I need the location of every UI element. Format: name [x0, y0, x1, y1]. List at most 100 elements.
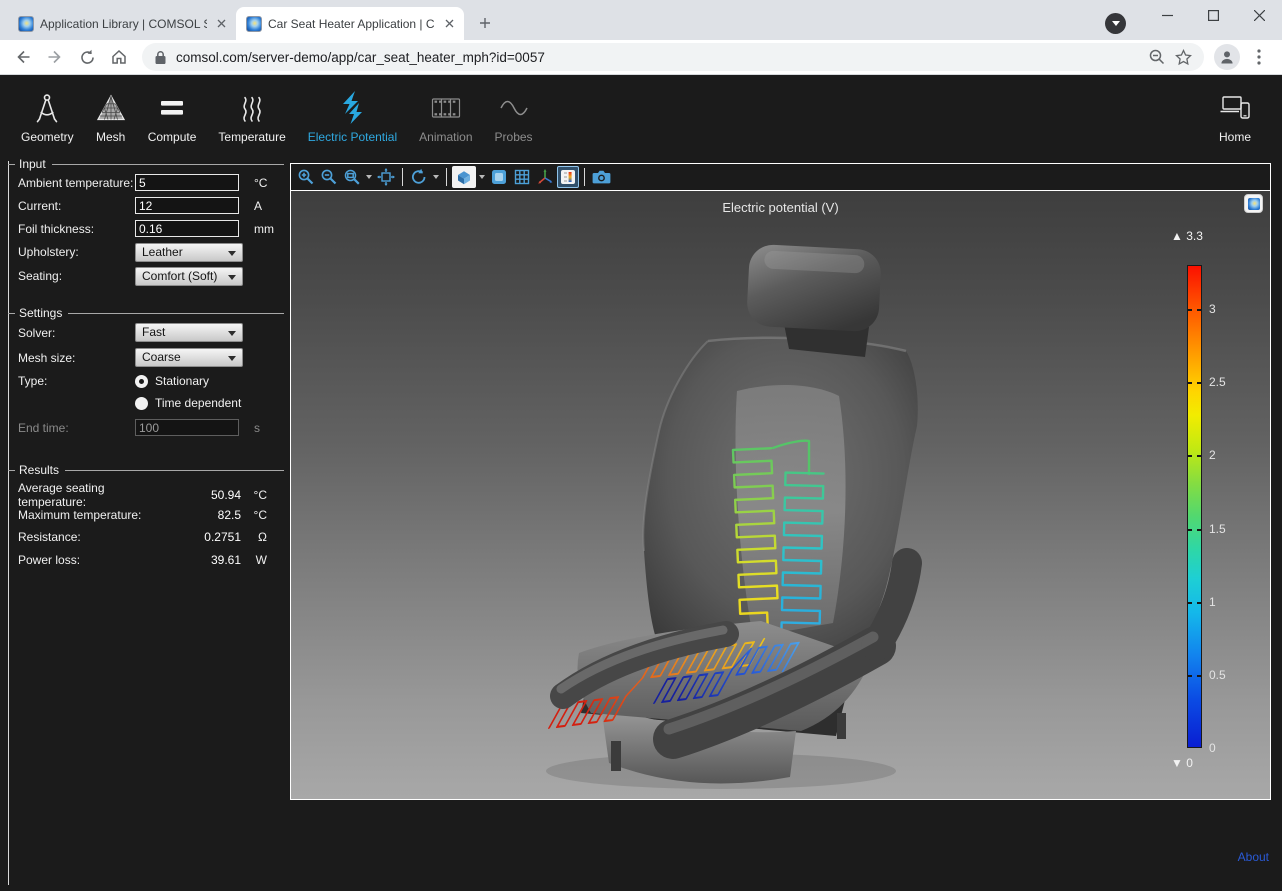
probes-button[interactable]: Probes — [484, 82, 544, 144]
home-button[interactable] — [106, 44, 132, 70]
colorbar-tick-label: 1 — [1209, 595, 1216, 609]
tab-search-button[interactable] — [1105, 13, 1126, 34]
maximum-temperature-value: 82.5 — [175, 508, 241, 522]
geometry-button[interactable]: Geometry — [10, 82, 85, 144]
foil-thickness-row: Foil thickness: mm — [18, 217, 289, 240]
avg-seating-temperature-row: Average seating temperature: 50.94 °C — [18, 481, 267, 504]
resistance-row: Resistance: 0.2751 Ω — [18, 526, 267, 549]
results-section-header: Results — [8, 463, 284, 477]
animation-button[interactable]: Animation — [408, 82, 483, 144]
seating-select[interactable]: Comfort (Soft) — [135, 267, 243, 286]
input-section-header: Input — [8, 157, 284, 171]
lock-icon — [154, 50, 167, 65]
minimize-button[interactable] — [1144, 0, 1190, 30]
parameter-sidebar: Input Ambient temperature: °C Current: A… — [0, 152, 289, 571]
electric-potential-button[interactable]: Electric Potential — [297, 82, 408, 144]
zoom-out-button[interactable] — [318, 166, 340, 188]
zoom-box-button[interactable] — [341, 166, 363, 188]
colorbar-tick-label: 0.5 — [1209, 668, 1226, 682]
profile-avatar[interactable] — [1214, 44, 1240, 70]
power-loss-value: 39.61 — [175, 553, 241, 567]
reload-button[interactable] — [74, 44, 100, 70]
colorbar-tick-label: 1.5 — [1209, 522, 1226, 536]
bookmark-star-icon[interactable] — [1175, 49, 1192, 66]
ambient-temperature-input[interactable] — [135, 174, 239, 191]
zoom-indicator-icon[interactable] — [1148, 48, 1166, 66]
close-tab-icon[interactable] — [441, 15, 458, 32]
window-controls — [1144, 0, 1282, 30]
tab-title: Application Library | COMSOL Se — [40, 17, 207, 31]
colorbar-min-marker: ▼ 0 — [1171, 756, 1193, 770]
zoom-box-dropdown[interactable] — [364, 166, 374, 188]
geometry-compass-icon — [33, 87, 61, 129]
zoom-extents-button[interactable] — [375, 166, 397, 188]
zoom-in-button[interactable] — [295, 166, 317, 188]
browser-menu-button[interactable] — [1246, 44, 1272, 70]
comsol-logo-badge — [1244, 194, 1263, 213]
back-button[interactable] — [10, 44, 36, 70]
grid-button[interactable] — [511, 166, 533, 188]
avg-seating-temperature-value: 50.94 — [175, 488, 241, 502]
default-view-dropdown[interactable] — [477, 166, 487, 188]
tab-strip: Application Library | COMSOL Se Car Seat… — [0, 0, 1282, 40]
lightning-bolt-icon — [339, 87, 365, 129]
seating-row: Seating: Comfort (Soft) — [18, 264, 289, 288]
sine-wave-icon — [499, 87, 529, 129]
settings-section-header: Settings — [8, 306, 284, 320]
tab-application-library[interactable]: Application Library | COMSOL Se — [8, 7, 236, 40]
chevron-down-icon — [1112, 21, 1120, 26]
toolbar-separator — [402, 168, 403, 186]
close-window-button[interactable] — [1236, 0, 1282, 30]
snapshot-camera-button[interactable] — [590, 166, 612, 188]
browser-toolbar: comsol.com/server-demo/app/car_seat_heat… — [0, 40, 1282, 75]
reset-view-button[interactable] — [408, 166, 430, 188]
colorbar-tick-label: 2.5 — [1209, 375, 1226, 389]
about-link[interactable]: About — [1238, 850, 1269, 864]
end-time-row: End time: s — [18, 414, 289, 441]
browser-window: Application Library | COMSOL Se Car Seat… — [0, 0, 1282, 891]
mesh-button[interactable]: Mesh — [85, 82, 137, 144]
toolbar-separator — [446, 168, 447, 186]
mesh-size-select[interactable]: Coarse — [135, 348, 243, 367]
time-dependent-radio[interactable] — [135, 397, 148, 410]
app-main: Input Ambient temperature: °C Current: A… — [0, 152, 1282, 891]
toolbar-separator — [584, 168, 585, 186]
tab-car-seat-heater[interactable]: Car Seat Heater Application | CO — [236, 7, 464, 40]
temperature-button[interactable]: Temperature — [207, 82, 296, 144]
default-view-button[interactable] — [452, 166, 476, 188]
color-legend-button[interactable] — [557, 166, 579, 188]
current-input[interactable] — [135, 197, 239, 214]
colorbar-max-marker: ▲ 3.3 — [1171, 229, 1203, 243]
mesh-triangle-icon — [96, 87, 126, 129]
axes-orientation-button[interactable] — [534, 166, 556, 188]
forward-button[interactable] — [42, 44, 68, 70]
close-tab-icon[interactable] — [213, 15, 230, 32]
plot-canvas[interactable]: Electric potential (V) ▲ 3.3 3 2.5 2 1.5… — [291, 191, 1270, 799]
address-bar[interactable]: comsol.com/server-demo/app/car_seat_heat… — [142, 43, 1204, 71]
upholstery-select[interactable]: Leather — [135, 243, 243, 262]
maximize-button[interactable] — [1190, 0, 1236, 30]
mesh-size-row: Mesh size: Coarse — [18, 345, 289, 370]
maximum-temperature-row: Maximum temperature: 82.5 °C — [18, 504, 267, 527]
new-tab-button[interactable] — [472, 10, 498, 36]
graphics-toolbar — [291, 164, 1270, 191]
type-row: Type: Stationary — [18, 370, 289, 392]
reset-view-dropdown[interactable] — [431, 166, 441, 188]
power-loss-row: Power loss: 39.61 W — [18, 549, 267, 572]
colorbar-tick-label: 0 — [1209, 741, 1216, 755]
compute-button[interactable]: Compute — [137, 82, 208, 144]
colorbar-tick-label: 2 — [1209, 448, 1216, 462]
devices-icon — [1219, 87, 1251, 129]
solver-select[interactable]: Fast — [135, 323, 243, 342]
end-time-input — [135, 419, 239, 436]
stationary-radio[interactable] — [135, 375, 148, 388]
resistance-value: 0.2751 — [175, 530, 241, 544]
colorbar-tick-label: 3 — [1209, 302, 1216, 316]
heat-waves-icon — [239, 87, 265, 129]
scene-light-button[interactable] — [488, 166, 510, 188]
home-ribbon-button[interactable]: Home — [1208, 82, 1262, 144]
tab-title: Car Seat Heater Application | CO — [268, 17, 435, 31]
colorbar — [1187, 265, 1202, 748]
foil-thickness-input[interactable] — [135, 220, 239, 237]
compute-equals-icon — [159, 87, 185, 129]
